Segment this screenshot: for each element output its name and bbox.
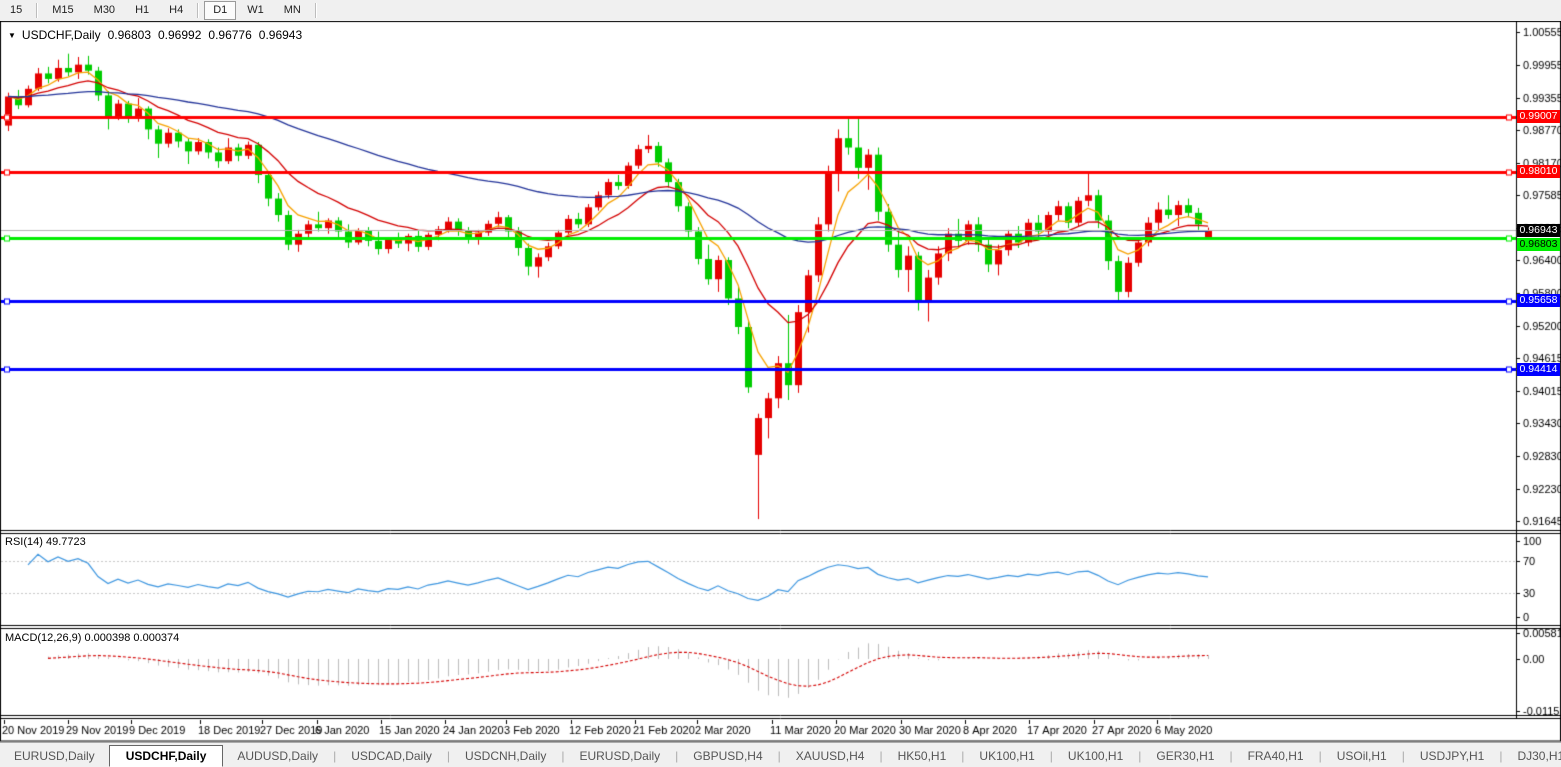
chart-tab-usdcnh-daily[interactable]: USDCNH,Daily — [451, 746, 560, 766]
chart-tab-usdcad-daily[interactable]: USDCAD,Daily — [337, 746, 446, 766]
timeframe-button-h1[interactable]: H1 — [126, 1, 158, 20]
chart-tab-uk100-h1[interactable]: UK100,H1 — [965, 746, 1048, 766]
timeframe-button-w1[interactable]: W1 — [238, 1, 273, 20]
chart-tab-eurusd-daily[interactable]: EURUSD,Daily — [565, 746, 674, 766]
timeframe-button-d1[interactable]: D1 — [204, 1, 236, 20]
chart-tab-fra40-h1[interactable]: FRA40,H1 — [1234, 746, 1318, 766]
collapse-indicator-icon[interactable]: ▼ — [8, 31, 16, 40]
chart-tab-xauusd-h4[interactable]: XAUUSD,H4 — [782, 746, 879, 766]
chart-tab-uk100-h1[interactable]: UK100,H1 — [1054, 746, 1137, 766]
toolbar-separator — [197, 3, 199, 18]
chart-tab-eurusd-daily[interactable]: EURUSD,Daily — [0, 746, 109, 766]
chart-tab-dj30-h1[interactable]: DJ30,H1 — [1503, 746, 1561, 766]
chart-tab-gbpusd-h4[interactable]: GBPUSD,H4 — [679, 746, 776, 766]
chart-tab-usdchf-daily[interactable]: USDCHF,Daily — [109, 745, 224, 767]
timeframe-button-m15[interactable]: M15 — [43, 1, 82, 20]
chart-tab-audusd-daily[interactable]: AUDUSD,Daily — [223, 746, 332, 766]
chart-tab-ger30-h1[interactable]: GER30,H1 — [1142, 746, 1228, 766]
price-chart-canvas[interactable] — [0, 21, 1561, 742]
timeframe-button-mn[interactable]: MN — [275, 1, 310, 20]
chart-tab-bar: EURUSD,DailyUSDCHF,DailyAUDUSD,Daily|USD… — [0, 742, 1561, 767]
chart-window: ▼ USDCHF,Daily 0.96803 0.96992 0.96776 0… — [0, 21, 1561, 742]
chart-tab-usoil-h1[interactable]: USOil,H1 — [1323, 746, 1401, 766]
toolbar-separator — [36, 3, 38, 18]
timeframe-button-h4[interactable]: H4 — [160, 1, 192, 20]
toolbar-separator — [315, 3, 317, 18]
mt4-terminal: 15 M15M30H1H4 D1W1MN ▼ USDCHF,Daily 0.9680… — [0, 0, 1561, 767]
chart-tab-hk50-h1[interactable]: HK50,H1 — [884, 746, 961, 766]
timeframe-toolbar: 15 M15M30H1H4 D1W1MN — [0, 0, 1561, 22]
chart-tab-usdjpy-h1[interactable]: USDJPY,H1 — [1406, 746, 1498, 766]
timeframe-button-m30[interactable]: M30 — [85, 1, 124, 20]
timeframe-button-15[interactable]: 15 — [1, 1, 31, 20]
